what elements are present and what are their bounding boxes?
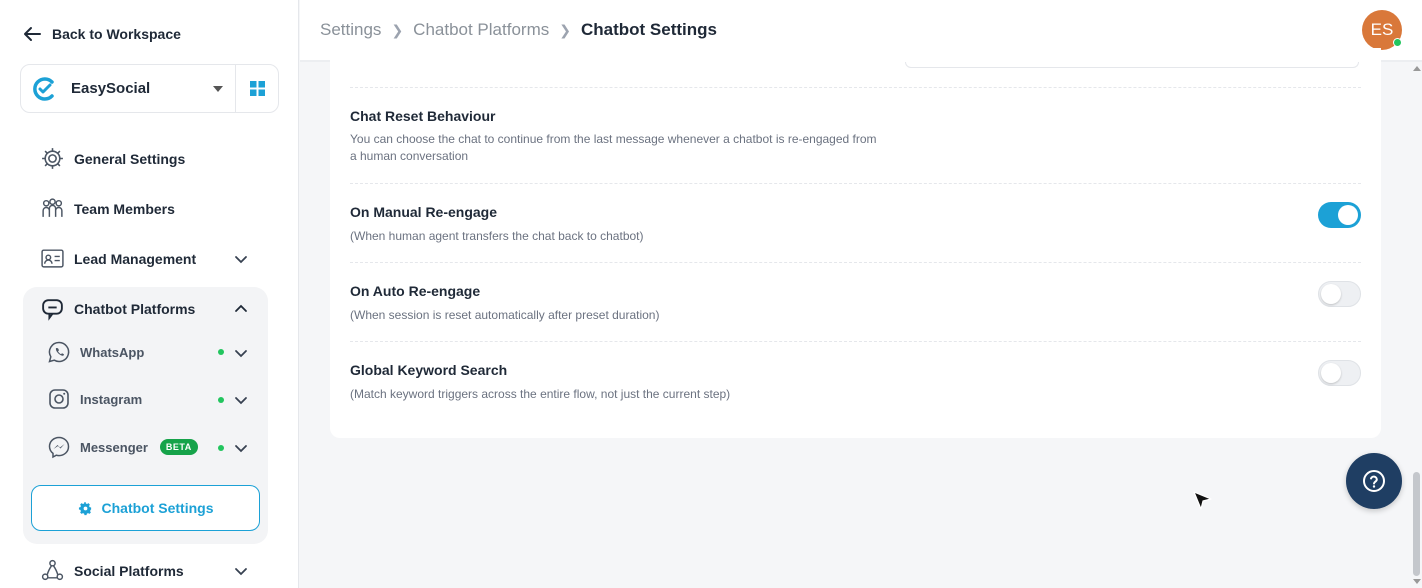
nav-team-members[interactable]: Team Members <box>40 196 175 221</box>
gear-icon <box>42 148 63 169</box>
messenger-icon <box>48 436 70 459</box>
nav-general-settings[interactable]: General Settings <box>40 146 185 171</box>
back-label: Back to Workspace <box>52 26 181 42</box>
chevron-up-icon[interactable] <box>234 302 248 316</box>
contact-card-icon <box>41 249 64 268</box>
whatsapp-label: WhatsApp <box>80 344 145 360</box>
apps-grid-button[interactable] <box>236 65 278 112</box>
back-to-workspace-link[interactable]: Back to Workspace <box>22 24 181 44</box>
chevron-down-icon[interactable] <box>234 564 248 578</box>
nav-lead-management[interactable]: Lead Management <box>40 246 196 271</box>
setting-title: On Auto Re-engage <box>350 283 481 299</box>
breadcrumb: Settings ❯ Chatbot Platforms ❯ Chatbot S… <box>320 20 717 40</box>
messenger-label: Messenger <box>80 439 148 455</box>
nav-general-label: General Settings <box>74 150 186 167</box>
breadcrumb-chatbot-platforms[interactable]: Chatbot Platforms <box>413 20 549 40</box>
chatbot-settings-button[interactable]: Chatbot Settings <box>31 485 260 531</box>
sub-item-instagram[interactable]: Instagram <box>47 387 142 411</box>
setting-title: On Manual Re-engage <box>350 204 498 220</box>
chatbot-icon <box>42 299 63 321</box>
scroll-thumb[interactable] <box>1413 472 1420 576</box>
whatsapp-icon <box>48 341 70 363</box>
workspace-switcher: EasySocial <box>20 64 279 113</box>
input-field-partial <box>905 62 1359 68</box>
sub-item-whatsapp[interactable]: WhatsApp <box>47 340 144 364</box>
nav-team-label: Team Members <box>74 200 175 217</box>
arrow-left-icon <box>24 27 41 41</box>
manual-reengage-toggle[interactable] <box>1318 202 1361 228</box>
setting-description: (When human agent transfers the chat bac… <box>350 229 644 243</box>
social-network-icon <box>41 559 64 581</box>
toggle-knob <box>1338 205 1358 225</box>
mouse-cursor-icon <box>1193 491 1212 510</box>
toggle-knob <box>1321 284 1341 304</box>
grid-icon <box>249 81 265 96</box>
sub-item-messenger[interactable]: Messenger BETA <box>47 435 198 459</box>
online-status-dot <box>1393 38 1402 47</box>
setting-manual-reengage: On Manual Re-engage (When human agent tr… <box>350 183 1361 262</box>
breadcrumb-current: Chatbot Settings <box>580 20 717 39</box>
workspace-dropdown[interactable]: EasySocial <box>21 65 236 112</box>
setting-chat-reset: Chat Reset Behaviour You can choose the … <box>350 87 1361 183</box>
global-keyword-toggle[interactable] <box>1318 360 1361 386</box>
sidebar: Back to Workspace EasySocial General Set… <box>0 0 299 588</box>
gear-icon <box>78 501 91 515</box>
setting-auto-reengage: On Auto Re-engage (When session is reset… <box>350 262 1361 341</box>
user-avatar[interactable]: ES <box>1362 10 1402 50</box>
question-icon <box>1363 470 1385 492</box>
scroll-up-arrow-icon[interactable] <box>1413 66 1421 71</box>
settings-card: Chat Reset Behaviour You can choose the … <box>330 48 1381 438</box>
setting-title: Chat Reset Behaviour <box>350 108 496 124</box>
chevron-right-icon: ❯ <box>391 21 404 38</box>
nav-lead-label: Lead Management <box>74 250 197 267</box>
workspace-name: EasySocial <box>71 80 151 97</box>
avatar-initials: ES <box>1370 20 1394 39</box>
chevron-down-icon[interactable] <box>234 346 248 360</box>
setting-description: (Match keyword triggers across the entir… <box>350 387 731 401</box>
setting-description: (When session is reset automatically aft… <box>350 308 660 322</box>
breadcrumb-settings[interactable]: Settings <box>320 20 381 40</box>
instagram-label: Instagram <box>80 391 143 407</box>
status-dot <box>218 397 224 403</box>
setting-title: Global Keyword Search <box>350 362 508 378</box>
chevron-down-icon[interactable] <box>234 393 248 407</box>
chevron-down-icon[interactable] <box>234 441 248 455</box>
vertical-scrollbar[interactable] <box>1411 62 1422 588</box>
instagram-icon <box>49 389 69 409</box>
caret-down-icon <box>213 85 223 92</box>
easysocial-logo-icon <box>33 76 54 101</box>
scroll-down-arrow-icon[interactable] <box>1413 579 1421 584</box>
beta-badge: BETA <box>159 439 198 455</box>
chevron-right-icon: ❯ <box>559 21 571 38</box>
help-button[interactable] <box>1346 453 1402 509</box>
nav-chatbot-label: Chatbot Platforms <box>74 300 196 317</box>
setting-global-keyword: Global Keyword Search (Match keyword tri… <box>350 341 1361 420</box>
nav-social-label: Social Platforms <box>74 562 184 579</box>
status-dot <box>218 445 224 451</box>
nav-chatbot-platforms[interactable]: Chatbot Platforms <box>40 296 195 321</box>
auto-reengage-toggle[interactable] <box>1318 281 1361 307</box>
chatbot-settings-label: Chatbot Settings <box>101 500 214 516</box>
toggle-knob <box>1321 363 1341 383</box>
status-dot <box>218 349 224 355</box>
chevron-down-icon[interactable] <box>234 252 248 266</box>
nav-social-platforms[interactable]: Social Platforms <box>40 558 184 583</box>
setting-description: You can choose the chat to continue from… <box>350 132 877 163</box>
team-icon <box>42 198 63 217</box>
